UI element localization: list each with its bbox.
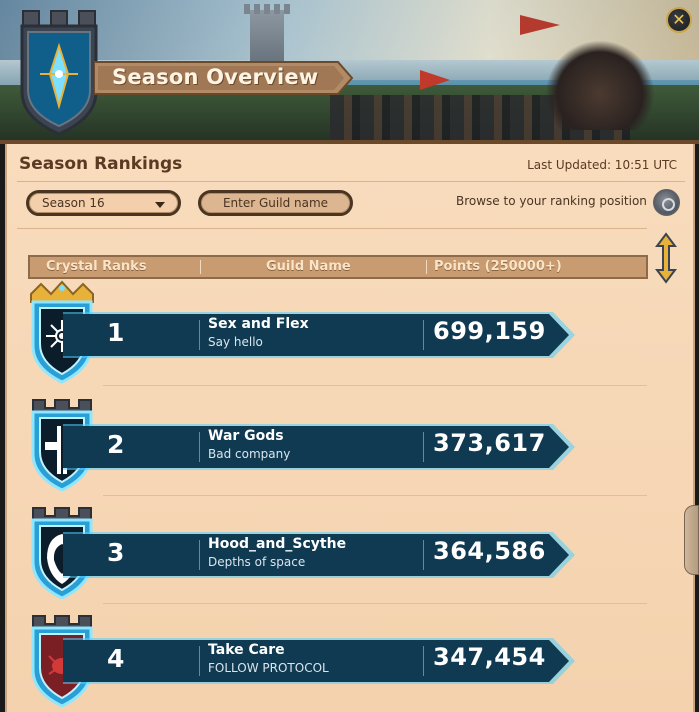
section-heading: Season Rankings — [19, 154, 183, 174]
table-row[interactable]: 3 Hood_and_Scythe Depths of space 364,58… — [7, 498, 697, 606]
crystal-crest-icon — [18, 22, 100, 136]
guild-search-input[interactable] — [198, 190, 353, 216]
table-row[interactable]: 1 Sex and Flex Say hello 699,159 — [7, 280, 697, 388]
season-select[interactable]: Season 16 — [26, 190, 181, 216]
rank-number: 3 — [107, 538, 125, 567]
guild-motto: Depths of space — [208, 555, 306, 569]
column-header-guild-name[interactable]: Guild Name — [266, 259, 351, 274]
page-title: Season Overview — [112, 65, 319, 89]
guild-name: War Gods — [208, 428, 284, 444]
close-button[interactable]: ✕ — [666, 7, 692, 33]
table-header: Crystal Ranks Guild Name Points (250000+… — [28, 255, 648, 279]
guild-motto: Bad company — [208, 447, 291, 461]
rank-banner: 3 Hood_and_Scythe Depths of space 364,58… — [63, 530, 578, 580]
flag-art — [520, 15, 560, 35]
guild-points: 364,586 — [433, 537, 546, 565]
column-header-points[interactable]: Points (250000+) — [434, 259, 562, 274]
table-row[interactable]: 2 War Gods Bad company 373,617 — [7, 390, 697, 498]
guild-name: Hood_and_Scythe — [208, 536, 347, 552]
guild-name: Sex and Flex — [208, 316, 309, 332]
guild-motto: Say hello — [208, 335, 263, 349]
guild-points: 699,159 — [433, 317, 546, 345]
flag-art — [420, 70, 450, 90]
rank-number: 2 — [107, 430, 125, 459]
last-updated-text: Last Updated: 10:51 UTC — [527, 158, 677, 172]
column-header-crystal-ranks[interactable]: Crystal Ranks — [46, 259, 147, 274]
browse-label: Browse to your ranking position — [456, 194, 647, 208]
rank-banner: 4 Take Care FOLLOW PROTOCOL 347,454 — [63, 636, 578, 686]
close-icon: ✕ — [672, 10, 686, 29]
season-overview-window: Season Overview ✕ Season Rankings Last U… — [0, 0, 699, 712]
guild-points: 347,454 — [433, 643, 546, 671]
browse-to-position-button[interactable] — [653, 189, 680, 216]
rankings-panel: Season Rankings Last Updated: 10:51 UTC … — [5, 144, 695, 712]
table-row[interactable]: 4 Take Care FOLLOW PROTOCOL 347,454 — [7, 606, 697, 712]
side-panel-handle[interactable] — [684, 505, 699, 575]
rank-banner: 2 War Gods Bad company 373,617 — [63, 422, 578, 472]
rank-number: 1 — [107, 318, 125, 347]
scroll-arrows[interactable] — [655, 232, 677, 284]
divider — [17, 181, 685, 182]
knight-rider-art — [545, 40, 655, 130]
season-select-value: Season 16 — [42, 196, 105, 210]
guild-points: 373,617 — [433, 429, 546, 457]
divider — [17, 228, 647, 229]
chevron-down-icon — [155, 202, 165, 208]
rank-banner: 1 Sex and Flex Say hello 699,159 — [63, 310, 578, 360]
guild-name: Take Care — [208, 642, 285, 658]
guild-motto: FOLLOW PROTOCOL — [208, 661, 329, 675]
title-plate: Season Overview — [94, 60, 354, 96]
rank-number: 4 — [107, 644, 125, 673]
